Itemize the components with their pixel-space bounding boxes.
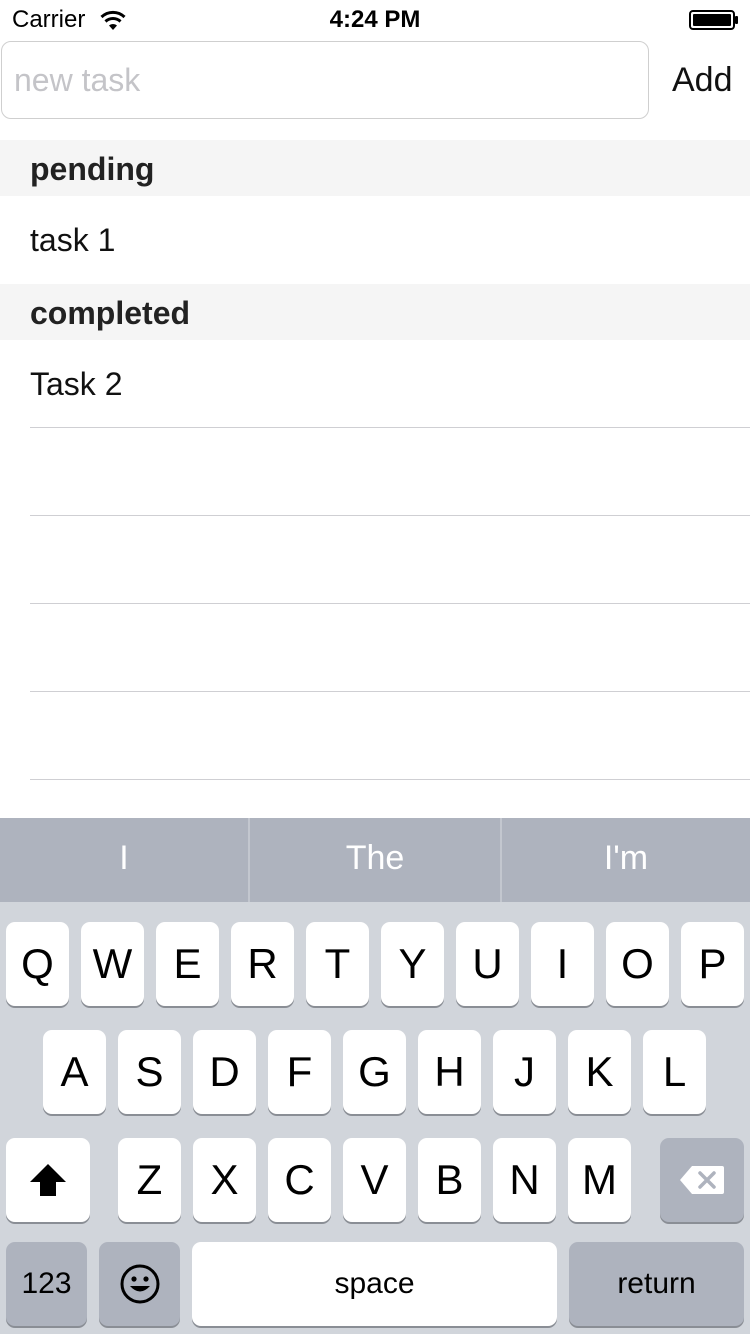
key-c[interactable]: C xyxy=(268,1138,331,1222)
key-t[interactable]: T xyxy=(306,922,369,1006)
row-separator xyxy=(30,691,750,692)
row-separator xyxy=(30,427,750,428)
key-o[interactable]: O xyxy=(606,922,669,1006)
key-f[interactable]: F xyxy=(268,1030,331,1114)
suggestion-item[interactable]: The xyxy=(250,818,500,902)
task-label: Task 2 xyxy=(30,366,123,402)
suggestion-item[interactable]: I'm xyxy=(502,818,750,902)
key-q[interactable]: Q xyxy=(6,922,69,1006)
key-g[interactable]: G xyxy=(343,1030,406,1114)
key-i[interactable]: I xyxy=(531,922,594,1006)
section-header-pending: pending xyxy=(0,140,750,196)
emoji-smiley-icon xyxy=(120,1264,159,1304)
status-time: 4:24 PM xyxy=(329,6,421,33)
key-w[interactable]: W xyxy=(81,922,144,1006)
task-row[interactable]: task 1 xyxy=(0,196,750,284)
suggestion-bar: I The I'm xyxy=(0,818,750,902)
section-title-completed: completed xyxy=(30,295,191,331)
key-e[interactable]: E xyxy=(156,922,219,1006)
space-key[interactable]: space xyxy=(192,1242,557,1326)
key-m[interactable]: M xyxy=(568,1138,631,1222)
add-task-button[interactable]: Add xyxy=(672,56,750,104)
numbers-key[interactable]: 123 xyxy=(6,1242,87,1326)
key-h[interactable]: H xyxy=(418,1030,481,1114)
key-b[interactable]: B xyxy=(418,1138,481,1222)
return-key[interactable]: return xyxy=(569,1242,744,1326)
key-d[interactable]: D xyxy=(193,1030,256,1114)
key-p[interactable]: P xyxy=(681,922,744,1006)
key-n[interactable]: N xyxy=(493,1138,556,1222)
row-separator xyxy=(30,515,750,516)
shift-arrow-icon xyxy=(30,1164,66,1196)
row-separator xyxy=(30,779,750,780)
task-row[interactable]: Task 2 xyxy=(0,340,750,428)
key-k[interactable]: K xyxy=(568,1030,631,1114)
key-j[interactable]: J xyxy=(493,1030,556,1114)
shift-key[interactable] xyxy=(6,1138,90,1222)
key-s[interactable]: S xyxy=(118,1030,181,1114)
section-title-pending: pending xyxy=(30,151,155,187)
key-u[interactable]: U xyxy=(456,922,519,1006)
row-separator xyxy=(30,603,750,604)
status-bar: Carrier 4:24 PM xyxy=(0,0,750,40)
key-y[interactable]: Y xyxy=(381,922,444,1006)
battery-full-icon xyxy=(689,10,738,30)
key-l[interactable]: L xyxy=(643,1030,706,1114)
new-task-input[interactable] xyxy=(1,41,649,119)
task-label: task 1 xyxy=(30,222,116,258)
keyboard: I The I'm Q W E R T Y U I O P A S D F G … xyxy=(0,818,750,1334)
delete-key[interactable] xyxy=(660,1138,744,1222)
key-z[interactable]: Z xyxy=(118,1138,181,1222)
key-v[interactable]: V xyxy=(343,1138,406,1222)
key-a[interactable]: A xyxy=(43,1030,106,1114)
key-r[interactable]: R xyxy=(231,922,294,1006)
emoji-key[interactable] xyxy=(99,1242,180,1326)
suggestion-item[interactable]: I xyxy=(0,818,248,902)
key-x[interactable]: X xyxy=(193,1138,256,1222)
backspace-icon xyxy=(680,1166,724,1194)
section-header-completed: completed xyxy=(0,284,750,340)
